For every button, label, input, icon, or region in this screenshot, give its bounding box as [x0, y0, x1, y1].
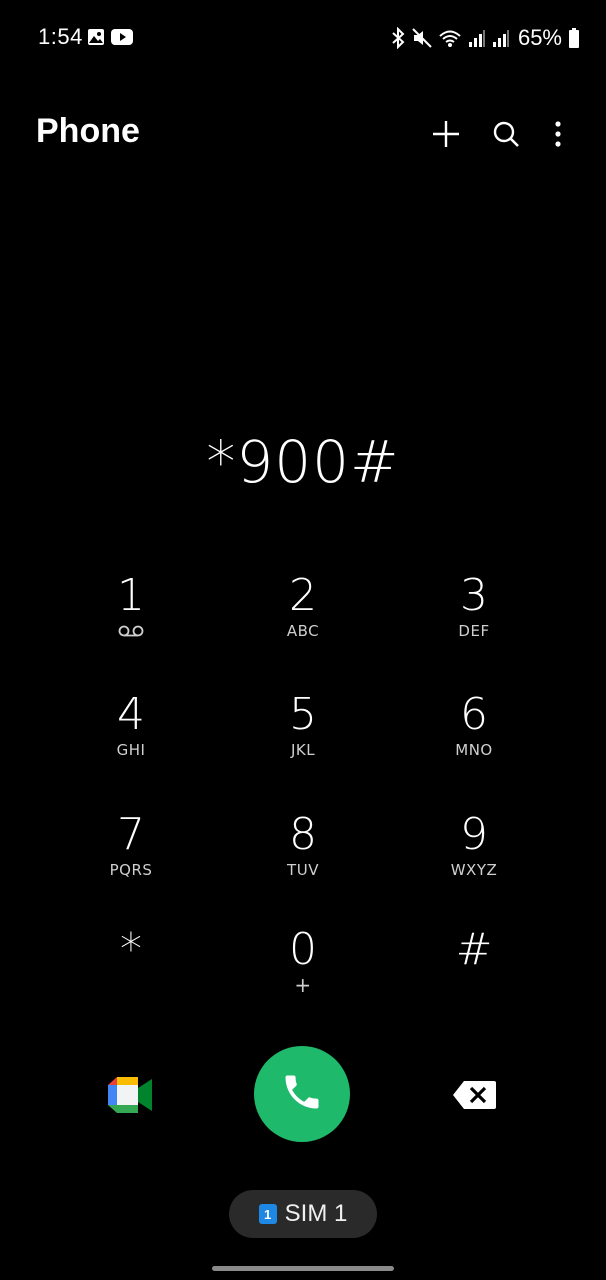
key-0[interactable]: 0 + — [228, 924, 378, 1024]
search-icon — [492, 120, 520, 153]
youtube-icon — [111, 28, 133, 48]
key-letters: ABC — [286, 622, 320, 640]
key-7[interactable]: 7 PQRS — [56, 809, 206, 909]
more-options-icon — [554, 120, 562, 153]
battery-percent: 65% — [517, 25, 562, 50]
more-options-button[interactable] — [538, 116, 578, 156]
backspace-icon — [450, 1081, 498, 1116]
signal-icon — [468, 28, 486, 48]
video-call-button[interactable] — [108, 1076, 154, 1114]
key-digit: 3 — [460, 570, 488, 621]
key-digit: 1 — [117, 570, 145, 621]
key-digit: 6 — [460, 689, 488, 740]
add-contact-button[interactable] — [426, 116, 466, 156]
key-digit: 8 — [289, 809, 317, 860]
status-time: 1:54 — [38, 24, 83, 49]
key-digit: * — [120, 924, 142, 975]
add-icon — [431, 119, 461, 154]
sim-selector[interactable]: 1 SIM 1 — [229, 1190, 377, 1238]
key-3[interactable]: 3 DEF — [399, 570, 549, 670]
mute-icon — [412, 28, 432, 48]
key-digit: 4 — [117, 689, 145, 740]
key-hash[interactable]: # — [399, 924, 549, 1024]
key-letters: JKL — [290, 741, 316, 759]
key-letters: DEF — [458, 622, 490, 640]
key-star[interactable]: * — [56, 924, 206, 1024]
key-2[interactable]: 2 ABC — [228, 570, 378, 670]
key-letters: MNO — [455, 741, 493, 759]
key-digit: 5 — [289, 689, 317, 740]
search-button[interactable] — [486, 116, 526, 156]
key-digit: 9 — [460, 809, 488, 860]
key-4[interactable]: 4 GHI — [56, 689, 206, 789]
key-letters: WXYZ — [450, 861, 498, 879]
status-icons: 65% — [390, 22, 580, 54]
phone-icon — [280, 1070, 324, 1119]
sim-badge: 1 — [258, 1204, 277, 1224]
key-digit: 2 — [289, 570, 317, 621]
call-button[interactable] — [254, 1046, 350, 1142]
dialed-number[interactable]: *900# — [0, 428, 606, 496]
backspace-button[interactable] — [450, 1078, 498, 1112]
status-bar: 1:54 65% — [0, 0, 606, 80]
key-digit: # — [455, 924, 493, 975]
page-title: Phone — [36, 112, 140, 150]
signal-icon — [492, 28, 510, 48]
bluetooth-icon — [390, 27, 406, 49]
key-5[interactable]: 5 JKL — [228, 689, 378, 789]
gallery-icon — [87, 28, 109, 48]
key-digit: 0 — [289, 924, 317, 975]
key-letters: PQRS — [109, 861, 153, 879]
key-letters: TUV — [287, 861, 319, 879]
key-1[interactable]: 1 — [56, 570, 206, 670]
wifi-icon — [438, 28, 462, 48]
voicemail-icon — [56, 625, 206, 637]
battery-icon — [568, 27, 580, 49]
key-letters: + — [294, 973, 312, 997]
key-letters: GHI — [116, 741, 146, 759]
google-meet-icon — [108, 1077, 154, 1118]
key-digit: 7 — [117, 809, 145, 860]
home-indicator[interactable] — [212, 1266, 394, 1271]
key-9[interactable]: 9 WXYZ — [399, 809, 549, 909]
key-6[interactable]: 6 MNO — [399, 689, 549, 789]
sim-label: SIM 1 — [284, 1200, 348, 1227]
key-8[interactable]: 8 TUV — [228, 809, 378, 909]
